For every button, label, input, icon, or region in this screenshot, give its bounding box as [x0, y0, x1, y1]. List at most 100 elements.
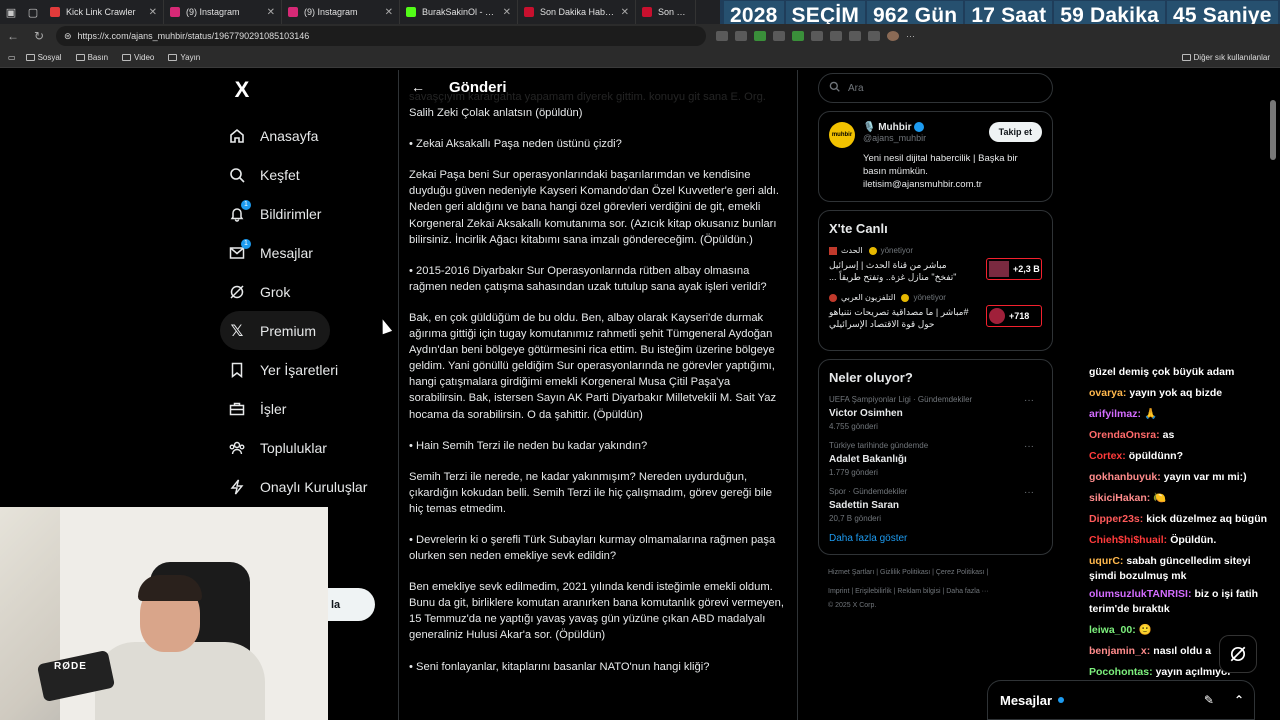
address-bar[interactable]: ⊜ https://x.com/ajans_muhbir/status/1967…	[56, 26, 706, 46]
sidebar-item-communities[interactable]: Topluluklar	[220, 428, 395, 467]
chat-username[interactable]: olumsuzlukTANRISI:	[1089, 588, 1191, 600]
extension-icon[interactable]	[735, 31, 747, 41]
compose-message-icon[interactable]: ✎	[1204, 693, 1214, 707]
chat-username[interactable]: leiwa_00:	[1089, 624, 1136, 636]
chat-text: öpüldünn?	[1128, 450, 1183, 462]
trend-item[interactable]: Spor · Gündemdekiler Sadettin Saran 20,7…	[829, 487, 1042, 523]
page-scrollbar[interactable]	[1270, 100, 1276, 160]
live-text: #مباشر | ما مصداقية تصريحات نتنياهو حول …	[829, 307, 969, 329]
avatar[interactable]: muhbir	[829, 122, 855, 148]
extension-icon[interactable]	[773, 31, 785, 41]
live-count: +718	[986, 305, 1042, 327]
back-arrow-icon[interactable]: ←	[411, 79, 425, 95]
window-menu-icon[interactable]: ▣	[0, 0, 22, 24]
chat-username[interactable]: benjamin_x:	[1089, 645, 1150, 657]
profile-handle: @ajans_muhbir	[863, 133, 927, 143]
chat-username[interactable]: Chieh$hi$huail:	[1089, 534, 1167, 546]
bookmark-folder[interactable]: Sosyal	[25, 53, 62, 62]
sidebar-item-grok[interactable]: Grok	[220, 272, 395, 311]
x-icon: 𝕏	[230, 322, 244, 340]
browser-tab[interactable]: BurakSakinOl - Watch ✕	[400, 0, 518, 24]
trend-item[interactable]: Türkiye tarihinde gündemde Adalet Bakanl…	[829, 441, 1042, 477]
extension-icon[interactable]	[811, 31, 823, 41]
trend-category: Türkiye tarihinde gündemde	[829, 441, 929, 450]
extension-icon[interactable]	[754, 31, 766, 41]
verified-badge-icon	[868, 246, 877, 255]
messages-drawer[interactable]: Mesajlar ✎ ⌃	[987, 680, 1255, 720]
sidebar-item-notifications[interactable]: 1 Bildirimler	[220, 194, 395, 233]
folder-icon	[122, 54, 132, 61]
close-icon[interactable]: ✕	[149, 7, 157, 18]
address-text: https://x.com/ajans_muhbir/status/196779…	[77, 31, 310, 41]
sidebar-item-messages[interactable]: 1 Mesajlar	[220, 233, 395, 272]
more-icon[interactable]: ···	[1024, 441, 1034, 452]
reading-list-icon[interactable]: ▭	[8, 53, 16, 62]
sidebar-item-bookmarks[interactable]: Yer İşaretleri	[220, 350, 395, 389]
tab-actions-icon[interactable]: ▢	[22, 0, 44, 24]
chat-username[interactable]: arifyilmaz:	[1089, 408, 1141, 420]
footer-line[interactable]: Hizmet Şartları | Gizlilik Politikası | …	[828, 563, 1053, 582]
browser-tab[interactable]: (9) Instagram ✕	[164, 0, 282, 24]
browser-tab[interactable]: Son Dakika Haberleri, ✕	[518, 0, 636, 24]
briefcase-icon	[228, 400, 246, 418]
sidebar-item-explore[interactable]: Keşfet	[220, 155, 395, 194]
chat-text: as	[1162, 429, 1175, 441]
chevron-up-icon[interactable]: ⌃	[1234, 693, 1244, 707]
chat-username[interactable]: gokhanbuyuk:	[1089, 471, 1161, 483]
search-input[interactable]: Ara	[818, 73, 1053, 103]
tab-title: Son Dakika Haberleri,	[540, 7, 615, 17]
live-item[interactable]: التلفزيون العربي yönetiyor #مباشر | ما مص…	[829, 293, 1042, 330]
chat-username[interactable]: Pocohontas:	[1089, 666, 1153, 678]
extension-icon[interactable]	[830, 31, 842, 41]
menu-dots-icon[interactable]: ···	[906, 31, 915, 41]
chat-username[interactable]: ovarya:	[1089, 387, 1126, 399]
show-more-link[interactable]: Daha fazla göster	[829, 533, 1042, 544]
extension-icon[interactable]	[716, 31, 728, 41]
follow-button[interactable]: Takip et	[988, 122, 1042, 142]
profile-avatar-icon[interactable]	[887, 31, 899, 41]
trend-item[interactable]: UEFA Şampiyonlar Ligi · Gündemdekiler Vi…	[829, 395, 1042, 431]
tab-title: (9) Instagram	[304, 7, 358, 17]
more-icon[interactable]: ···	[1024, 487, 1034, 498]
close-icon[interactable]: ✕	[621, 7, 629, 18]
extension-icon[interactable]	[792, 31, 804, 41]
chat-username[interactable]: Cortex:	[1089, 450, 1126, 462]
back-arrow-icon[interactable]: ←	[0, 24, 26, 48]
bookmark-icon	[228, 361, 246, 379]
sidebar-item-verified-orgs[interactable]: Onaylı Kuruluşlar	[220, 467, 395, 506]
sidebar-nav: X Anasayfa Keşfet 1 Bildirimler 1 Mesajl…	[220, 70, 395, 506]
reload-icon[interactable]: ↻	[26, 24, 52, 48]
sidebar-item-premium[interactable]: 𝕏 Premium	[220, 311, 330, 350]
live-item[interactable]: الحدث yönetiyor مباشر من قناة الحدث | إسر…	[829, 246, 1042, 283]
chat-username[interactable]: OrendaOnsra:	[1089, 429, 1160, 441]
x-logo-icon[interactable]: X	[226, 74, 258, 106]
bookmark-folder[interactable]: Basın	[75, 53, 108, 62]
sidebar-item-jobs[interactable]: İşler	[220, 389, 395, 428]
extension-icon[interactable]	[849, 31, 861, 41]
post-header: ← Gönderi	[399, 70, 797, 104]
more-icon[interactable]: ···	[1024, 395, 1034, 406]
live-source: الحدث	[841, 246, 863, 255]
profile-bio: Yeni nesil dijital habercilik | Başka bi…	[863, 153, 1018, 190]
extension-icon[interactable]	[868, 31, 880, 41]
profile-name[interactable]: 🎙️ Muhbir	[863, 122, 926, 133]
lightning-icon	[228, 478, 246, 496]
browser-tab[interactable]: Kick Link Crawler ✕	[44, 0, 164, 24]
browser-tab[interactable]: (9) Instagram ✕	[282, 0, 400, 24]
post-button[interactable]: la	[328, 588, 375, 621]
verified-badge-icon	[901, 293, 910, 302]
chat-username[interactable]: uqurC:	[1089, 555, 1123, 567]
other-bookmarks[interactable]: Diğer sık kullanılanlar	[1181, 53, 1270, 62]
grok-button[interactable]	[1219, 635, 1257, 673]
close-icon[interactable]: ✕	[385, 7, 393, 18]
close-icon[interactable]: ✕	[267, 7, 275, 18]
close-icon[interactable]: ✕	[503, 7, 511, 18]
browser-tab[interactable]: Son dakika	[636, 0, 696, 24]
bookmark-folder[interactable]: Yayın	[168, 53, 200, 62]
footer-line[interactable]: Imprint | Erişilebilirlik | Reklam bilgi…	[828, 582, 1053, 601]
bookmark-folder[interactable]: Video	[122, 53, 154, 62]
site-info-icon[interactable]: ⊜	[64, 31, 72, 42]
chat-username[interactable]: sikiciHakan:	[1089, 492, 1150, 504]
chat-username[interactable]: Dipper23s:	[1089, 513, 1143, 525]
sidebar-item-home[interactable]: Anasayfa	[220, 116, 395, 155]
